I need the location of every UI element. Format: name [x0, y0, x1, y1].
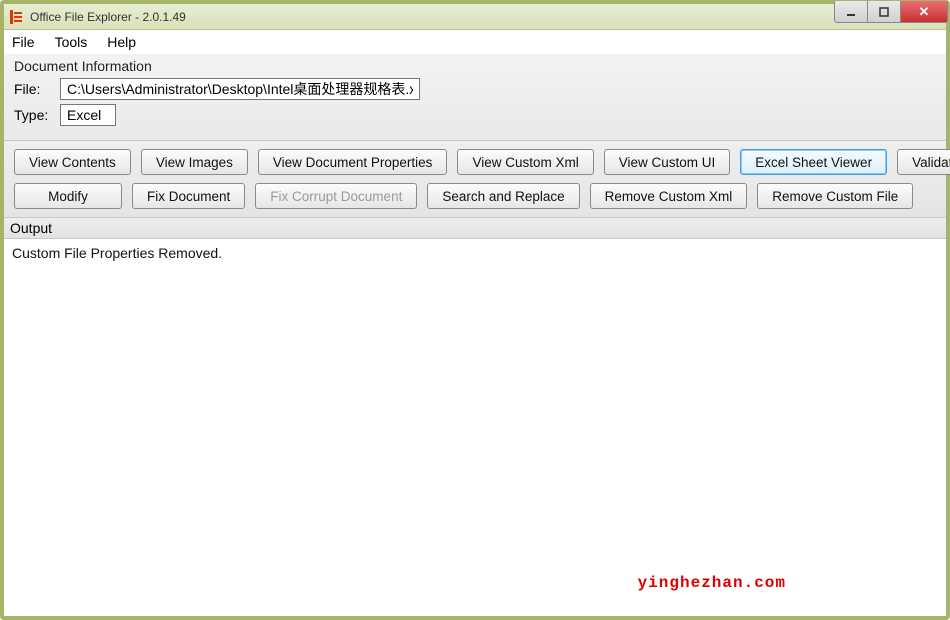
view-images-button[interactable]: View Images: [141, 149, 248, 175]
view-document-properties-button[interactable]: View Document Properties: [258, 149, 448, 175]
modify-button[interactable]: Modify: [14, 183, 122, 209]
maximize-icon: [879, 7, 889, 17]
remove-custom-file-button[interactable]: Remove Custom File: [757, 183, 913, 209]
toolbar-row-1: View Contents View Images View Document …: [14, 149, 936, 175]
document-info-panel: Document Information File: Type:: [4, 54, 946, 141]
toolbar-row-2: Modify Fix Document Fix Corrupt Document…: [14, 183, 936, 209]
output-text: Custom File Properties Removed.: [12, 245, 222, 261]
file-row: File:: [14, 78, 936, 100]
remove-custom-xml-button[interactable]: Remove Custom Xml: [590, 183, 748, 209]
menu-help[interactable]: Help: [107, 34, 136, 50]
file-path-input[interactable]: [60, 78, 420, 100]
window-controls: ✕: [835, 1, 948, 23]
titlebar: Office File Explorer - 2.0.1.49 ✕: [4, 4, 946, 30]
type-row: Type:: [14, 104, 936, 126]
app-icon: [8, 9, 24, 25]
fix-document-button[interactable]: Fix Document: [132, 183, 245, 209]
close-icon: ✕: [919, 4, 930, 20]
document-info-heading: Document Information: [14, 58, 936, 74]
toolbar: View Contents View Images View Document …: [4, 141, 946, 218]
type-input[interactable]: [60, 104, 116, 126]
watermark-text: yinghezhan.com: [638, 574, 786, 592]
validate-document-button[interactable]: Validate Documen: [897, 149, 950, 175]
view-contents-button[interactable]: View Contents: [14, 149, 131, 175]
output-label: Output: [4, 218, 946, 239]
excel-sheet-viewer-button[interactable]: Excel Sheet Viewer: [740, 149, 887, 175]
type-label: Type:: [14, 107, 52, 123]
view-custom-xml-button[interactable]: View Custom Xml: [457, 149, 593, 175]
close-button[interactable]: ✕: [900, 1, 948, 23]
app-window: Office File Explorer - 2.0.1.49 ✕ File T…: [0, 0, 950, 620]
maximize-button[interactable]: [867, 1, 901, 23]
minimize-button[interactable]: [834, 1, 868, 23]
minimize-icon: [846, 7, 856, 17]
output-area: Custom File Properties Removed.: [4, 239, 946, 616]
menubar: File Tools Help: [4, 30, 946, 54]
search-and-replace-button[interactable]: Search and Replace: [427, 183, 579, 209]
menu-file[interactable]: File: [12, 34, 35, 50]
view-custom-ui-button[interactable]: View Custom UI: [604, 149, 731, 175]
file-label: File:: [14, 81, 52, 97]
fix-corrupt-document-button: Fix Corrupt Document: [255, 183, 417, 209]
menu-tools[interactable]: Tools: [55, 34, 88, 50]
window-title: Office File Explorer - 2.0.1.49: [30, 10, 186, 24]
